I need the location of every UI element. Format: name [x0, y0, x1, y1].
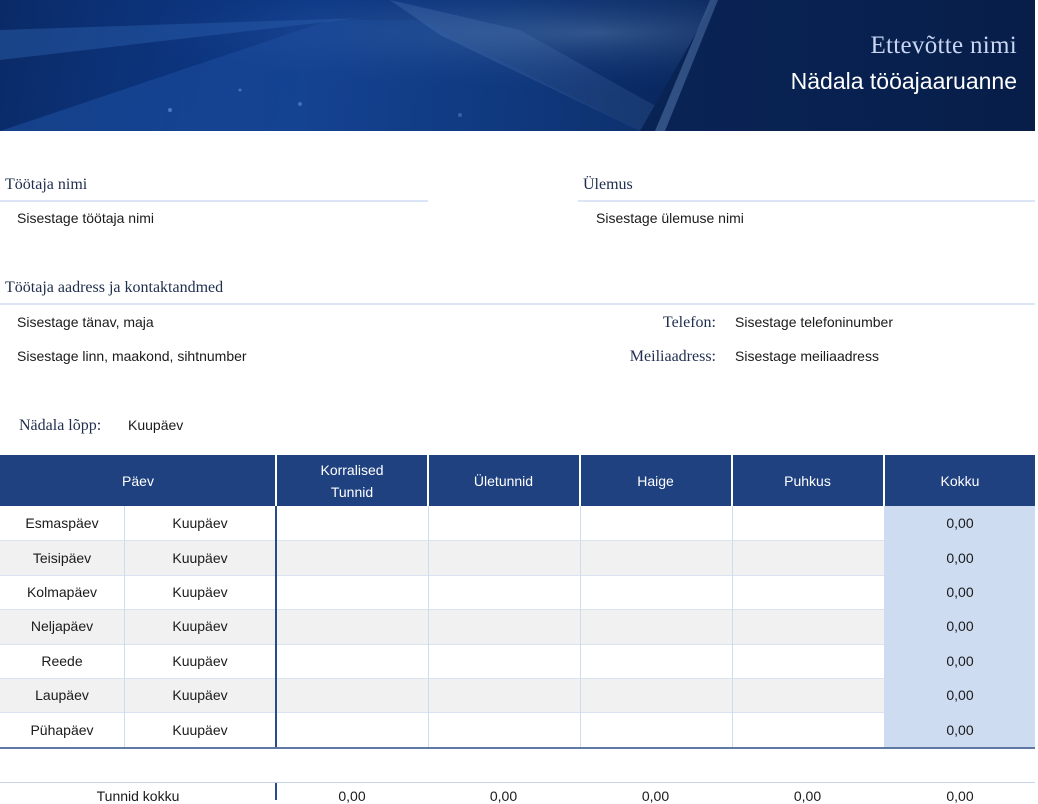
sick-cell[interactable]: [581, 609, 731, 643]
employee-name-field[interactable]: Sisestage töötaja nimi: [17, 210, 154, 226]
table-bottom-rule: [0, 747, 1035, 749]
date-cell[interactable]: Kuupäev: [125, 609, 275, 643]
summary-sick: 0,00: [641, 788, 670, 804]
date-cell[interactable]: Kuupäev: [125, 575, 275, 609]
summary-top-rule: [0, 782, 1035, 783]
column-divider: [124, 506, 125, 747]
regular-hours-cell[interactable]: [277, 644, 427, 678]
column-divider: [732, 506, 733, 747]
banner-background-image: [0, 0, 1035, 131]
regular-hours-cell[interactable]: [277, 678, 427, 712]
date-cell[interactable]: Kuupäev: [125, 678, 275, 712]
week-ending-field[interactable]: Kuupäev: [128, 417, 183, 433]
address-section-label: Töötaja aadress ja kontaktandmed: [5, 279, 224, 296]
date-cell[interactable]: Kuupäev: [125, 540, 275, 574]
date-cell[interactable]: Kuupäev: [125, 506, 275, 540]
total-cell[interactable]: 0,00: [885, 575, 1035, 609]
overtime-cell[interactable]: [429, 506, 579, 540]
overtime-cell[interactable]: [429, 609, 579, 643]
overtime-cell[interactable]: [429, 540, 579, 574]
column-divider: [580, 506, 581, 747]
manager-field[interactable]: Sisestage ülemuse nimi: [596, 210, 744, 226]
address-rule: [0, 303, 1035, 305]
vacation-cell[interactable]: [733, 540, 883, 574]
header-day: Päev: [122, 472, 154, 489]
day-name-cell[interactable]: Esmaspäev: [0, 506, 124, 540]
total-cell[interactable]: 0,00: [885, 712, 1035, 746]
phone-label: Telefon:: [662, 314, 716, 331]
date-cell[interactable]: Kuupäev: [125, 712, 275, 746]
column-divider: [428, 506, 429, 747]
report-title: Nädala tööajaaruanne: [790, 68, 1017, 94]
day-name-cell[interactable]: Kolmapäev: [0, 575, 124, 609]
header-divider: [275, 455, 277, 506]
overtime-cell[interactable]: [429, 644, 579, 678]
summary-label: Tunnid kokku: [96, 788, 180, 804]
week-ending-label: Nädala lõpp:: [19, 417, 102, 434]
city-field[interactable]: Sisestage linn, maakond, sihtnumber: [17, 348, 247, 364]
regular-hours-cell[interactable]: [277, 540, 427, 574]
total-cell[interactable]: 0,00: [885, 506, 1035, 540]
vacation-cell[interactable]: [733, 609, 883, 643]
company-name[interactable]: Ettevõtte nimi: [870, 32, 1017, 60]
regular-hours-cell[interactable]: [277, 506, 427, 540]
header-divider: [731, 455, 733, 506]
vacation-cell[interactable]: [733, 644, 883, 678]
column-divider: [275, 506, 277, 747]
total-cell[interactable]: 0,00: [885, 678, 1035, 712]
regular-hours-cell[interactable]: [277, 609, 427, 643]
column-divider: [275, 783, 277, 800]
header-total: Kokku: [940, 472, 980, 489]
total-cell[interactable]: 0,00: [885, 644, 1035, 678]
header-divider: [579, 455, 581, 506]
employee-name-rule: [0, 200, 428, 202]
overtime-cell[interactable]: [429, 575, 579, 609]
day-name-cell[interactable]: Reede: [0, 644, 124, 678]
phone-field[interactable]: Sisestage telefoninumber: [735, 314, 893, 330]
sick-cell[interactable]: [581, 575, 731, 609]
header-sick: Haige: [637, 472, 674, 489]
overtime-cell[interactable]: [429, 678, 579, 712]
summary-regular: 0,00: [338, 788, 366, 804]
header-divider: [427, 455, 429, 506]
vacation-cell[interactable]: [733, 712, 883, 746]
summary-vacation: 0,00: [793, 788, 822, 804]
vacation-cell[interactable]: [733, 506, 883, 540]
sick-cell[interactable]: [581, 506, 731, 540]
sick-cell[interactable]: [581, 644, 731, 678]
day-name-cell[interactable]: Laupäev: [0, 678, 124, 712]
header-banner: Ettevõtte nimi Nädala tööajaaruanne: [0, 0, 1035, 131]
header-divider: [883, 455, 885, 506]
sick-cell[interactable]: [581, 712, 731, 746]
table-header: Päev Korralised Tunnid Ületunnid Haige P…: [0, 455, 1035, 506]
email-label: Meiliaadress:: [629, 348, 716, 365]
column-divider: [884, 506, 885, 747]
employee-name-label: Töötaja nimi: [5, 176, 88, 193]
date-cell[interactable]: Kuupäev: [125, 644, 275, 678]
day-name-cell[interactable]: Neljapäev: [0, 609, 124, 643]
regular-hours-cell[interactable]: [277, 575, 427, 609]
vacation-cell[interactable]: [733, 678, 883, 712]
street-field[interactable]: Sisestage tänav, maja: [17, 314, 154, 330]
sick-cell[interactable]: [581, 678, 731, 712]
email-field[interactable]: Sisestage meiliaadress: [735, 348, 879, 364]
overtime-cell[interactable]: [429, 712, 579, 746]
total-cell[interactable]: 0,00: [885, 540, 1035, 574]
total-cell[interactable]: 0,00: [885, 609, 1035, 643]
header-overtime: Ületunnid: [473, 472, 534, 489]
header-vacation: Puhkus: [784, 472, 831, 489]
manager-rule: [578, 200, 1035, 202]
vacation-cell[interactable]: [733, 575, 883, 609]
regular-hours-cell[interactable]: [277, 712, 427, 746]
day-name-cell[interactable]: Pühapäev: [0, 712, 124, 746]
sick-cell[interactable]: [581, 540, 731, 574]
manager-label: Ülemus: [583, 176, 633, 193]
header-regular-hours: Korralised Tunnid: [320, 461, 384, 500]
summary-overtime: 0,00: [489, 788, 518, 804]
summary-total: 0,00: [946, 788, 974, 804]
day-name-cell[interactable]: Teisipäev: [0, 540, 124, 574]
